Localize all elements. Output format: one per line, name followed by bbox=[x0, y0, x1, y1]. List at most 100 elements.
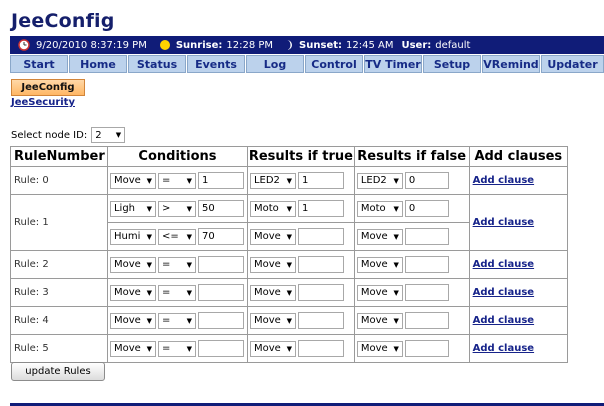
rules-table: RuleNumber Conditions Results if true Re… bbox=[10, 146, 569, 363]
chevron-down-icon: ▼ bbox=[146, 344, 152, 353]
add-clause-link[interactable]: Add clause bbox=[468, 194, 569, 251]
condition-sensor-select[interactable]: Move ▼ bbox=[109, 284, 156, 301]
result-false-device-select[interactable]: Move ▼ bbox=[356, 340, 403, 357]
condition-sensor-select[interactable]: Move ▼ bbox=[109, 172, 156, 189]
table-header-row: RuleNumber Conditions Results if true Re… bbox=[10, 146, 569, 167]
result-false-value-input[interactable] bbox=[404, 228, 449, 245]
result-true-value-input[interactable] bbox=[297, 256, 344, 273]
result-false-device-select[interactable]: Move ▼ bbox=[356, 228, 403, 245]
nav-status[interactable]: Status bbox=[128, 55, 186, 73]
result-false-device-select-value: Moto bbox=[360, 203, 386, 214]
condition-sensor-select[interactable]: Ligh ▼ bbox=[109, 200, 156, 217]
condition-operator-select[interactable]: = ▼ bbox=[157, 172, 196, 189]
add-clause-link[interactable]: Add clause bbox=[468, 166, 569, 195]
add-clause-link[interactable]: Add clause bbox=[468, 306, 569, 335]
result-true-value-input[interactable] bbox=[297, 228, 344, 245]
condition-cell: Move ▼ = ▼ bbox=[106, 250, 248, 279]
nav-setup[interactable]: Setup bbox=[423, 55, 481, 73]
rule-name: Rule: 0 bbox=[10, 166, 108, 195]
result-true-device-select[interactable]: Moto ▼ bbox=[249, 200, 296, 217]
result-true-device-select[interactable]: Move ▼ bbox=[249, 256, 296, 273]
update-rules-button[interactable]: update Rules bbox=[11, 362, 105, 381]
sunset-value: 12:45 AM bbox=[346, 39, 394, 51]
node-select-row: Select node ID: 2 ▼ bbox=[11, 127, 126, 143]
nav-home[interactable]: Home bbox=[69, 55, 127, 73]
chevron-down-icon: ▼ bbox=[286, 344, 292, 353]
rule-name: Rule: 2 bbox=[10, 250, 108, 279]
result-true-device-select[interactable]: Move ▼ bbox=[249, 228, 296, 245]
add-clause-link[interactable]: Add clause bbox=[468, 334, 569, 363]
condition-value-input[interactable]: 70 bbox=[197, 228, 244, 245]
main-nav: Start Home Status Events Log Control TV … bbox=[10, 55, 604, 73]
nav-vremind[interactable]: VRemind bbox=[482, 55, 540, 73]
result-true-device-select[interactable]: LED2 ▼ bbox=[249, 172, 296, 189]
node-id-select[interactable]: 2 ▼ bbox=[91, 127, 126, 143]
result-true-value-input[interactable] bbox=[297, 340, 344, 357]
result-false-value-input[interactable]: 0 bbox=[404, 172, 449, 189]
result-true-value-input[interactable] bbox=[297, 284, 344, 301]
result-false-device-select-value: Move bbox=[360, 315, 388, 326]
condition-sensor-select-value: Move bbox=[113, 175, 141, 186]
sunrise-value: 12:28 PM bbox=[226, 39, 274, 51]
condition-operator-select[interactable]: <= ▼ bbox=[157, 228, 196, 245]
result-true-value-input[interactable] bbox=[297, 312, 344, 329]
rule-row: Rule: 2 Move ▼ = ▼ Move ▼ Move ▼ Add clause bbox=[10, 250, 569, 279]
condition-operator-select-value: = bbox=[161, 175, 171, 186]
condition-operator-select[interactable]: > ▼ bbox=[157, 200, 196, 217]
result-false-value-input[interactable]: 0 bbox=[404, 200, 449, 217]
condition-row: Move ▼ = ▼ bbox=[109, 284, 245, 301]
chevron-down-icon: ▼ bbox=[393, 344, 399, 353]
result-false-device-select[interactable]: Move ▼ bbox=[356, 284, 403, 301]
result-false-device-select[interactable]: Move ▼ bbox=[356, 256, 403, 273]
link-jeesecurity[interactable]: JeeSecurity bbox=[11, 97, 75, 108]
condition-row: Move ▼ = ▼ 1 bbox=[109, 172, 245, 189]
chevron-down-icon: ▼ bbox=[186, 260, 192, 269]
result-false-device-select[interactable]: Moto ▼ bbox=[356, 200, 403, 217]
condition-sensor-select[interactable]: Move ▼ bbox=[109, 340, 156, 357]
nav-tv-timer[interactable]: TV Timer bbox=[364, 55, 422, 73]
condition-cell: Ligh ▼ > ▼ 50 bbox=[106, 194, 248, 223]
tab-jeeconfig[interactable]: JeeConfig bbox=[11, 79, 85, 96]
condition-value-input[interactable] bbox=[197, 312, 244, 329]
condition-row: Move ▼ = ▼ bbox=[109, 340, 245, 357]
condition-value-input[interactable] bbox=[197, 340, 244, 357]
nav-log[interactable]: Log bbox=[246, 55, 304, 73]
moon-icon bbox=[287, 40, 293, 50]
condition-sensor-select[interactable]: Humi ▼ bbox=[109, 228, 156, 245]
condition-operator-select[interactable]: = ▼ bbox=[157, 312, 196, 329]
condition-sensor-select-value: Ligh bbox=[113, 203, 136, 214]
result-true-value-input[interactable]: 1 bbox=[297, 200, 344, 217]
result-false-device-select[interactable]: LED2 ▼ bbox=[356, 172, 403, 189]
result-true-value-input[interactable]: 1 bbox=[297, 172, 344, 189]
result-false-row: Move ▼ bbox=[356, 256, 467, 273]
nav-updater[interactable]: Updater bbox=[541, 55, 604, 73]
result-true-device-select[interactable]: Move ▼ bbox=[249, 340, 296, 357]
result-false-value-input[interactable] bbox=[404, 284, 449, 301]
nav-events[interactable]: Events bbox=[187, 55, 245, 73]
col-results-true: Results if true bbox=[246, 146, 355, 167]
condition-operator-select[interactable]: = ▼ bbox=[157, 256, 196, 273]
result-false-device-select-value: Move bbox=[360, 231, 388, 242]
add-clause-link[interactable]: Add clause bbox=[468, 278, 569, 307]
add-clause-link[interactable]: Add clause bbox=[468, 250, 569, 279]
result-false-device-select[interactable]: Move ▼ bbox=[356, 312, 403, 329]
nav-control[interactable]: Control bbox=[305, 55, 363, 73]
result-true-device-select[interactable]: Move ▼ bbox=[249, 284, 296, 301]
result-false-value-input[interactable] bbox=[404, 340, 449, 357]
result-true-device-select[interactable]: Move ▼ bbox=[249, 312, 296, 329]
result-false-cell: Move ▼ bbox=[353, 278, 470, 307]
result-false-value-input[interactable] bbox=[404, 312, 449, 329]
condition-value-input[interactable]: 50 bbox=[197, 200, 244, 217]
condition-operator-select[interactable]: = ▼ bbox=[157, 340, 196, 357]
condition-value-input[interactable] bbox=[197, 284, 244, 301]
condition-value-input[interactable] bbox=[197, 256, 244, 273]
chevron-down-icon: ▼ bbox=[146, 288, 152, 297]
condition-sensor-select[interactable]: Move ▼ bbox=[109, 312, 156, 329]
col-results-false: Results if false bbox=[353, 146, 470, 167]
condition-value-input[interactable]: 1 bbox=[197, 172, 244, 189]
nav-start[interactable]: Start bbox=[10, 55, 68, 73]
condition-sensor-select[interactable]: Move ▼ bbox=[109, 256, 156, 273]
condition-operator-select[interactable]: = ▼ bbox=[157, 284, 196, 301]
result-false-device-select-value: Move bbox=[360, 287, 388, 298]
result-false-value-input[interactable] bbox=[404, 256, 449, 273]
